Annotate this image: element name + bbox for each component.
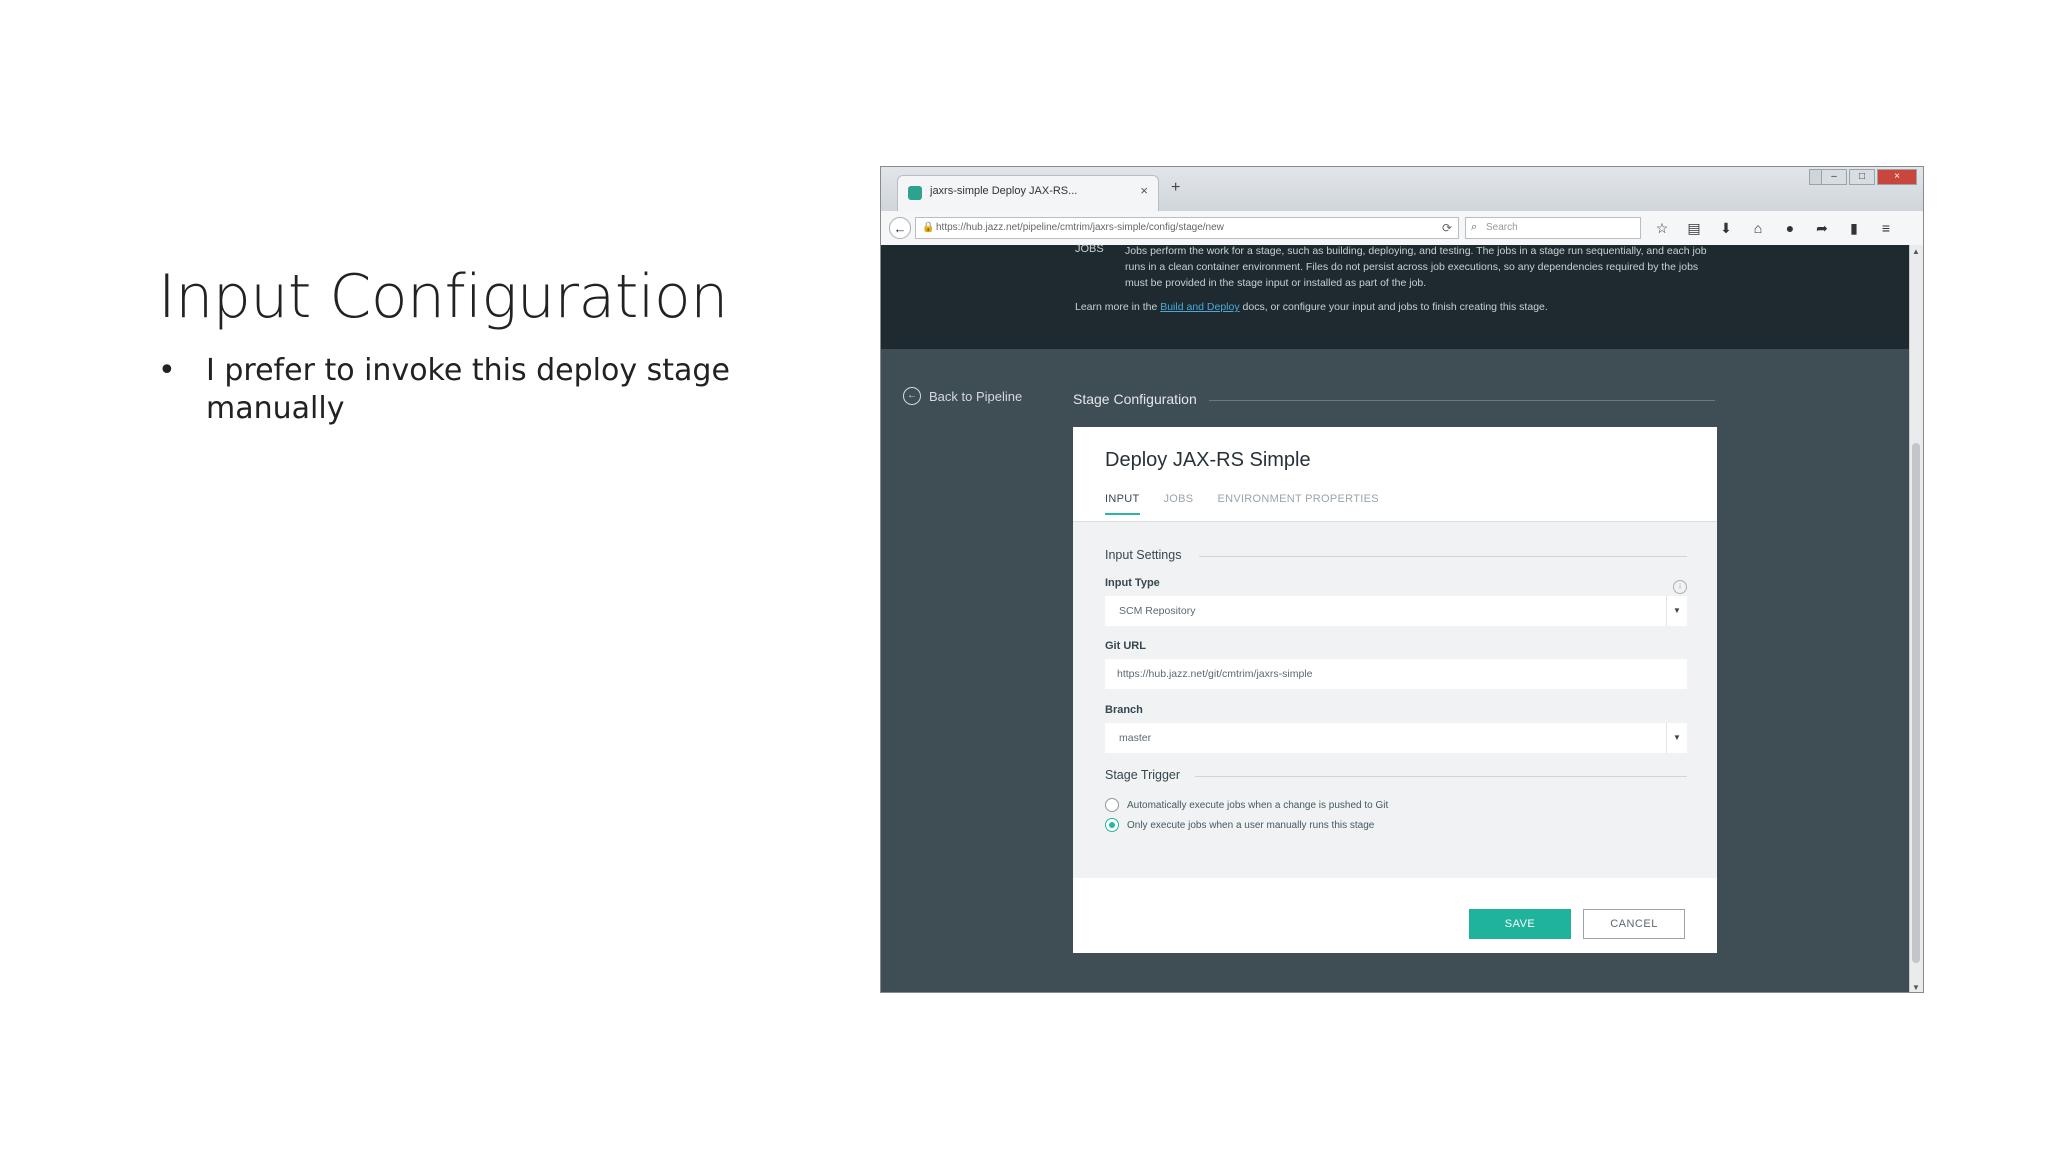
download-icon[interactable]: ⬇	[1715, 217, 1737, 239]
chevron-down-icon[interactable]: ▼	[1666, 596, 1687, 626]
stage-configuration-heading: Stage Configuration	[1073, 391, 1197, 407]
stage-trigger-heading: Stage Trigger	[1105, 768, 1181, 782]
git-url-label: Git URL	[1105, 640, 1146, 652]
browser-window: jaxrs-simple Deploy JAX-RS... × + – □ × …	[880, 166, 1924, 993]
stage-config-card: Deploy JAX-RS Simple INPUT JOBS ENVIRONM…	[1073, 427, 1717, 953]
save-button[interactable]: SAVE	[1469, 909, 1571, 939]
url-bar[interactable]: 🔒 https://hub.jazz.net/pipeline/cmtrim/j…	[915, 217, 1459, 239]
jobs-label: JOBS	[1075, 243, 1104, 255]
back-to-pipeline-label: Back to Pipeline	[929, 388, 1023, 404]
input-type-label: Input Type	[1105, 577, 1160, 589]
jobs-description: Jobs perform the work for a stage, such …	[1125, 245, 1707, 289]
maximize-button[interactable]: □	[1849, 169, 1875, 185]
trigger-manual-option[interactable]: Only execute jobs when a user manually r…	[1105, 818, 1374, 832]
search-placeholder: Search	[1486, 222, 1518, 233]
card-body: Input Settings Input Type i SCM Reposito…	[1073, 522, 1717, 878]
input-type-value: SCM Repository	[1119, 605, 1196, 617]
close-window-button[interactable]: ×	[1877, 169, 1917, 185]
menu-icon[interactable]: ≡	[1875, 217, 1897, 239]
trigger-auto-option[interactable]: Automatically execute jobs when a change…	[1105, 798, 1388, 812]
arrow-left-circle-icon: ←	[903, 387, 921, 405]
tab-environment-properties[interactable]: ENVIRONMENT PROPERTIES	[1217, 493, 1378, 515]
build-deploy-docs-link[interactable]: Build and Deploy	[1160, 301, 1239, 313]
card-title: Deploy JAX-RS Simple	[1105, 449, 1311, 471]
lock-icon: 🔒	[922, 222, 935, 233]
branch-select[interactable]: master ▼	[1105, 723, 1687, 753]
chevron-down-icon[interactable]: ▼	[1666, 723, 1687, 753]
config-tabs: INPUT JOBS ENVIRONMENT PROPERTIES	[1105, 493, 1379, 515]
bookmarks-icon[interactable]: ▤	[1683, 217, 1705, 239]
chat-icon[interactable]: ●	[1779, 217, 1801, 239]
learn-more-text: Learn more in the Build and Deploy docs,…	[1075, 301, 1548, 313]
trigger-manual-label: Only execute jobs when a user manually r…	[1127, 819, 1375, 831]
star-icon[interactable]: ☆	[1651, 217, 1673, 239]
browser-tab[interactable]: jaxrs-simple Deploy JAX-RS... ×	[897, 175, 1159, 211]
browser-navbar: ← 🔒 https://hub.jazz.net/pipeline/cmtrim…	[881, 211, 1923, 246]
git-url-field[interactable]: https://hub.jazz.net/git/cmtrim/jaxrs-si…	[1105, 659, 1687, 689]
browser-titlebar: jaxrs-simple Deploy JAX-RS... × + – □ ×	[881, 167, 1923, 211]
share-icon[interactable]: ➦	[1811, 217, 1833, 239]
input-settings-heading: Input Settings	[1105, 548, 1182, 562]
browser-back-button[interactable]: ←	[889, 217, 911, 239]
bullet-dot: •	[158, 353, 176, 388]
input-type-select[interactable]: SCM Repository ▼	[1105, 596, 1687, 626]
learn-suffix: docs, or configure your input and jobs t…	[1239, 301, 1548, 313]
tab-close-icon[interactable]: ×	[1140, 183, 1148, 198]
scroll-down-icon[interactable]: ▼	[1912, 983, 1920, 992]
reload-icon[interactable]: ⟳	[1442, 221, 1452, 235]
branch-value: master	[1119, 732, 1152, 744]
trigger-auto-label: Automatically execute jobs when a change…	[1127, 799, 1389, 811]
info-icon[interactable]: i	[1673, 580, 1687, 594]
heading-divider	[1209, 400, 1715, 401]
extension-icon[interactable]: ▮	[1843, 217, 1865, 239]
tab-title: jaxrs-simple Deploy JAX-RS...	[930, 185, 1078, 197]
cancel-button[interactable]: CANCEL	[1583, 909, 1685, 939]
branch-label: Branch	[1105, 704, 1143, 716]
new-tab-button[interactable]: +	[1171, 179, 1180, 197]
url-text: https://hub.jazz.net/pipeline/cmtrim/jax…	[936, 222, 1224, 233]
search-icon: ⌕	[1471, 221, 1478, 233]
radio-manual[interactable]	[1105, 818, 1119, 832]
window-controls: – □ ×	[1821, 169, 1917, 187]
search-input[interactable]: ⌕ Search	[1465, 217, 1641, 239]
learn-prefix: Learn more in the	[1075, 301, 1161, 313]
tab-input[interactable]: INPUT	[1105, 493, 1140, 515]
slide-title: Input Configuration	[158, 262, 728, 332]
bullet-text: I prefer to invoke this deploy stage man…	[206, 353, 730, 426]
home-icon[interactable]: ⌂	[1747, 217, 1769, 239]
stage-info-banner: JOBS Jobs perform the work for a stage, …	[881, 243, 1911, 349]
back-to-pipeline-link[interactable]: ← Back to Pipeline	[903, 387, 1022, 405]
section-divider	[1195, 776, 1687, 777]
minimize-button[interactable]: –	[1821, 169, 1847, 185]
scroll-thumb[interactable]	[1912, 443, 1920, 963]
favicon-icon	[908, 186, 922, 200]
tab-jobs[interactable]: JOBS	[1164, 493, 1194, 515]
scroll-up-icon[interactable]: ▲	[1912, 247, 1920, 256]
page-scrollbar[interactable]: ▲ ▼	[1909, 245, 1923, 992]
radio-auto[interactable]	[1105, 798, 1119, 812]
git-url-value: https://hub.jazz.net/git/cmtrim/jaxrs-si…	[1117, 668, 1313, 680]
browser-toolbar-icons: ☆ ▤ ⬇ ⌂ ● ➦ ▮ ≡	[1651, 217, 1897, 239]
section-divider	[1199, 556, 1687, 557]
